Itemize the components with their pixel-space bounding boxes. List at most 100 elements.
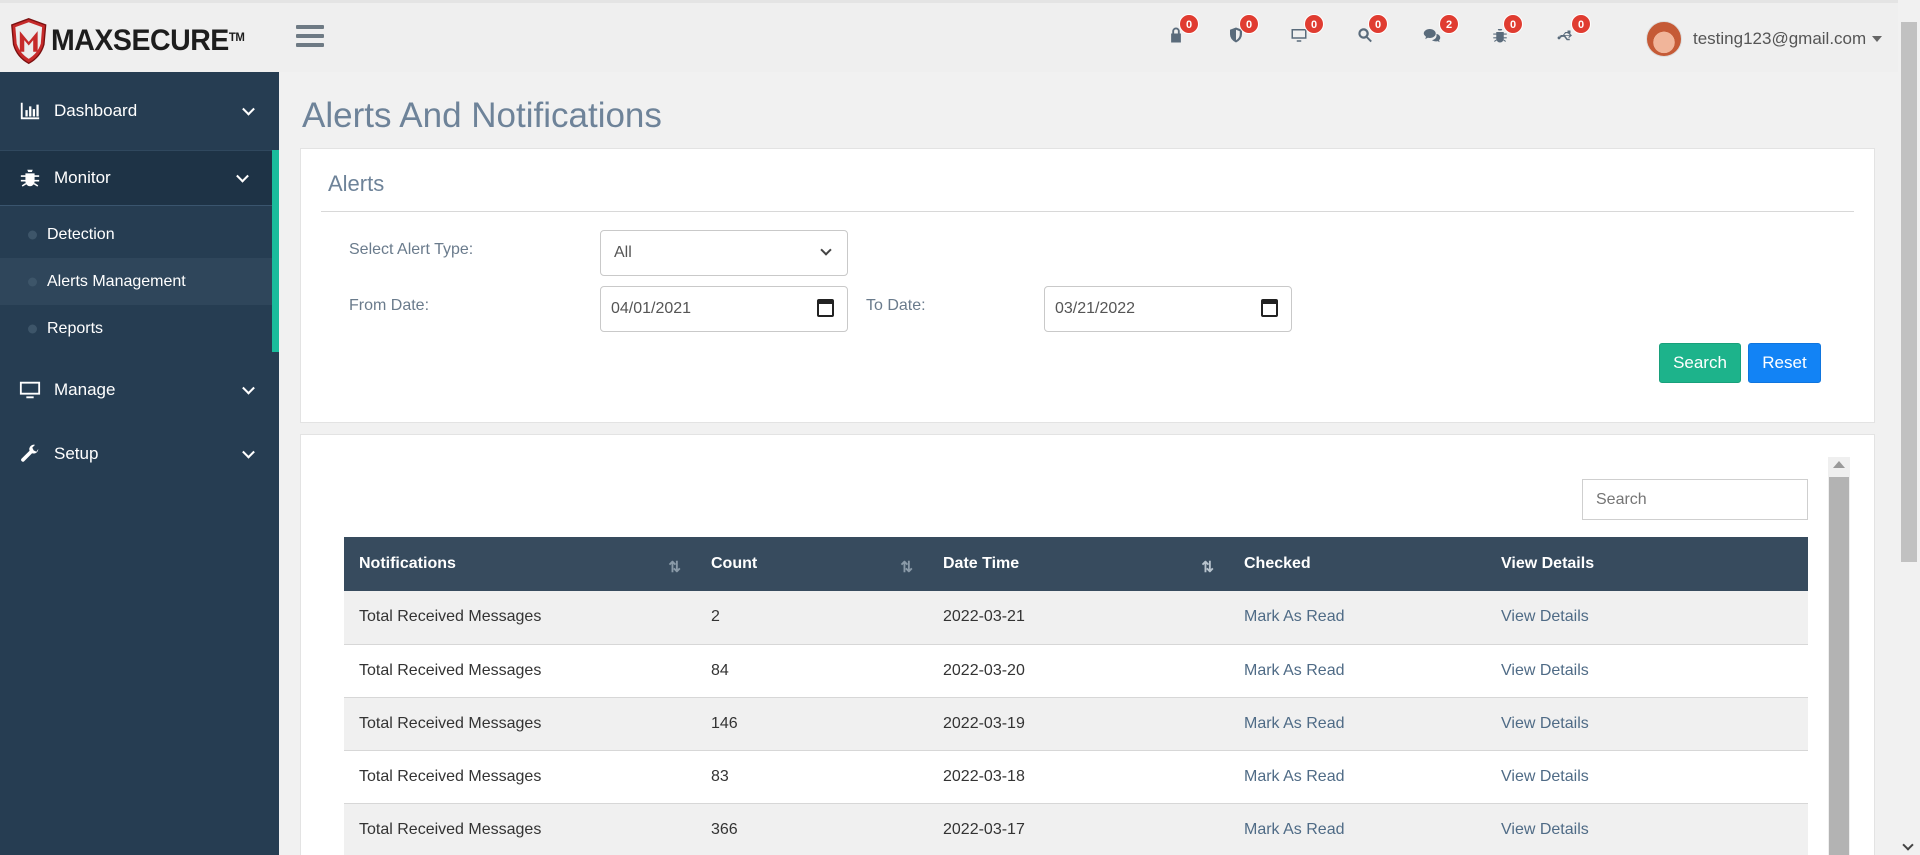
mark-as-read-link[interactable]: Mark As Read xyxy=(1229,644,1486,698)
date-time-cell: 2022-03-18 xyxy=(928,750,1229,804)
monitor-notification[interactable]: 0 xyxy=(1289,14,1324,47)
count-cell: 83 xyxy=(696,750,928,804)
date-time-cell: 2022-03-19 xyxy=(928,697,1229,751)
monitor-submenu: Detection Alerts Management Reports xyxy=(0,206,279,358)
avatar xyxy=(1646,21,1682,57)
mark-as-read-link[interactable]: Mark As Read xyxy=(1229,697,1486,751)
shield-notification[interactable]: 0 xyxy=(1227,14,1259,47)
sidebar-item-label: Reports xyxy=(47,319,104,337)
table-row: Total Received Messages 366 2022-03-17 M… xyxy=(344,803,1808,855)
sidebar-item-alerts-management[interactable]: Alerts Management xyxy=(0,258,279,305)
sidebar-item-setup[interactable]: Setup xyxy=(0,422,279,486)
view-details-link[interactable]: View Details xyxy=(1486,644,1808,698)
sidebar-item-manage[interactable]: Manage xyxy=(0,358,279,422)
notification-cell: Total Received Messages xyxy=(344,591,696,645)
lock-notification[interactable]: 0 xyxy=(1167,14,1199,47)
notification-cell: Total Received Messages xyxy=(344,697,696,751)
table-row: Total Received Messages 83 2022-03-18 Ma… xyxy=(344,750,1808,804)
sidebar-item-label: Monitor xyxy=(54,168,111,187)
column-header-count[interactable]: Count ⇅ xyxy=(696,537,928,591)
view-details-link[interactable]: View Details xyxy=(1486,697,1808,751)
column-header-view-details: View Details xyxy=(1486,537,1808,591)
count-cell: 366 xyxy=(696,803,928,855)
user-email: testing123@gmail.com xyxy=(1693,29,1867,48)
scroll-up-icon[interactable] xyxy=(1833,461,1845,468)
view-details-link[interactable]: View Details xyxy=(1486,803,1808,855)
notification-badge: 0 xyxy=(1304,14,1324,34)
table-row: Total Received Messages 2 2022-03-21 Mar… xyxy=(344,591,1808,645)
mark-as-read-link[interactable]: Mark As Read xyxy=(1229,591,1486,645)
monitor-icon xyxy=(18,378,42,402)
reset-button[interactable]: Reset xyxy=(1748,343,1821,383)
page-scrollbar[interactable] xyxy=(1898,0,1920,855)
panel-title: Alerts xyxy=(328,171,385,196)
chevron-down-icon xyxy=(242,445,255,459)
table-search-input[interactable] xyxy=(1582,479,1808,520)
view-details-link[interactable]: View Details xyxy=(1486,750,1808,804)
sort-icon[interactable]: ⇅ xyxy=(900,558,912,576)
chat-icon xyxy=(1423,29,1441,43)
notification-cell: Total Received Messages xyxy=(344,644,696,698)
alerts-filter-panel: Alerts Select Alert Type: All From Date:… xyxy=(300,148,1875,423)
from-date-input[interactable]: 04/01/2021 xyxy=(600,286,848,332)
search-button[interactable]: Search xyxy=(1659,343,1741,383)
notification-badge: 2 xyxy=(1439,14,1459,34)
page-scroll-thumb[interactable] xyxy=(1901,22,1917,562)
scroll-thumb[interactable] xyxy=(1829,477,1849,855)
notification-badge: 0 xyxy=(1571,14,1591,34)
bullet-icon xyxy=(28,277,37,286)
brand-logo[interactable]: MAXSECURETM xyxy=(10,13,255,68)
notification-badge: 0 xyxy=(1503,14,1523,34)
top-bar: MAXSECURETM 0 0 0 0 2 0 0 testing123@gma… xyxy=(0,0,1920,72)
column-header-checked: Checked xyxy=(1229,537,1486,591)
to-date-value: 03/21/2022 xyxy=(1055,300,1136,317)
menu-toggle-icon[interactable] xyxy=(296,25,324,49)
chat-notification[interactable]: 2 xyxy=(1422,14,1459,47)
table-row: Total Received Messages 84 2022-03-20 Ma… xyxy=(344,644,1808,698)
column-header-notifications[interactable]: Notifications ⇅ xyxy=(344,537,696,591)
bug-notification[interactable]: 0 xyxy=(1491,14,1523,47)
notifications-table: Notifications ⇅ Count ⇅ Date Time ⇅ Chec… xyxy=(344,537,1808,855)
to-date-label: To Date: xyxy=(866,297,926,314)
notification-cell: Total Received Messages xyxy=(344,750,696,804)
sidebar-item-label: Dashboard xyxy=(54,101,138,120)
chevron-down-icon xyxy=(242,102,255,116)
bug-icon xyxy=(18,166,42,190)
sidebar-item-detection[interactable]: Detection xyxy=(0,211,279,258)
count-cell: 84 xyxy=(696,644,928,698)
mark-as-read-link[interactable]: Mark As Read xyxy=(1229,750,1486,804)
column-header-date-time[interactable]: Date Time ⇅ xyxy=(928,537,1229,591)
sidebar-item-reports[interactable]: Reports xyxy=(0,305,279,352)
brand-name: MAXSECURETM xyxy=(51,23,245,57)
calendar-icon[interactable] xyxy=(1261,299,1278,317)
bullet-icon xyxy=(28,230,37,239)
date-time-cell: 2022-03-21 xyxy=(928,591,1229,645)
divider xyxy=(321,211,1854,212)
sidebar-item-label: Alerts Management xyxy=(47,272,186,290)
table-header-row: Notifications ⇅ Count ⇅ Date Time ⇅ Chec… xyxy=(344,537,1808,591)
scroll-down-icon[interactable] xyxy=(1902,839,1914,851)
usb-notification[interactable]: 0 xyxy=(1555,14,1591,47)
sort-desc-icon[interactable]: ⇅ xyxy=(1201,558,1213,576)
table-row: Total Received Messages 146 2022-03-19 M… xyxy=(344,697,1808,751)
alert-type-select[interactable]: All xyxy=(600,230,848,276)
bullet-icon xyxy=(28,324,37,333)
sidebar-item-monitor[interactable]: Monitor xyxy=(0,150,279,206)
notification-badge: 0 xyxy=(1368,14,1388,34)
alert-type-value: All xyxy=(614,244,632,261)
sidebar-item-dashboard[interactable]: Dashboard xyxy=(0,72,279,150)
sidebar-item-label: Setup xyxy=(54,444,99,463)
notification-badge: 0 xyxy=(1239,14,1259,34)
user-menu[interactable]: testing123@gmail.com xyxy=(1646,19,1883,59)
sort-icon[interactable]: ⇅ xyxy=(668,558,680,576)
to-date-input[interactable]: 03/21/2022 xyxy=(1044,286,1292,332)
calendar-icon[interactable] xyxy=(817,299,834,317)
table-scrollbar[interactable] xyxy=(1828,457,1850,855)
search-notification[interactable]: 0 xyxy=(1356,14,1388,47)
notification-badge: 0 xyxy=(1179,14,1199,34)
active-section-indicator xyxy=(272,150,279,352)
date-time-cell: 2022-03-20 xyxy=(928,644,1229,698)
mark-as-read-link[interactable]: Mark As Read xyxy=(1229,803,1486,855)
view-details-link[interactable]: View Details xyxy=(1486,591,1808,645)
count-cell: 2 xyxy=(696,591,928,645)
